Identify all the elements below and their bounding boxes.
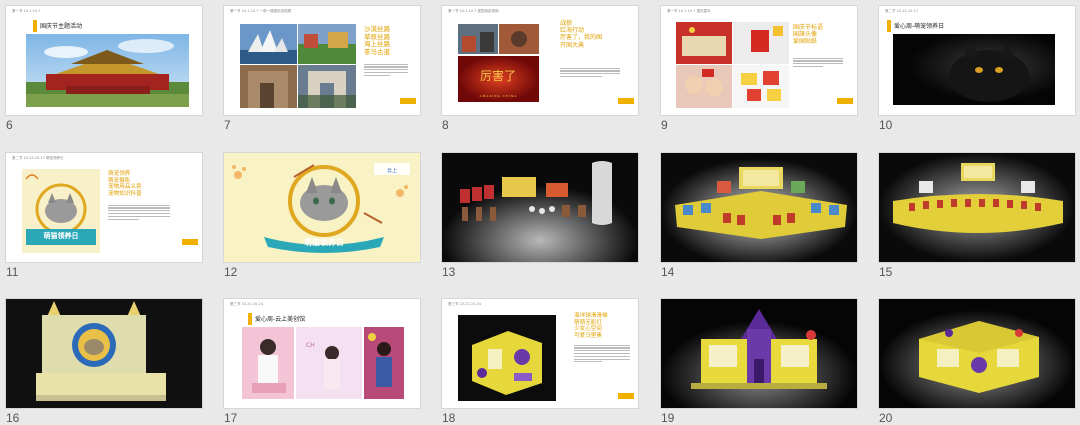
title-line: 可爱马里奥	[574, 332, 602, 339]
sticker-photo	[733, 22, 789, 64]
slide-number: 13	[442, 265, 456, 279]
slide-title-lines: 国庆节标语 国旗头像 爱国贴纸	[793, 24, 823, 46]
body-text-placeholder	[574, 343, 630, 364]
slide-title-lines: 战狼 红海行动 厉害了，我的国 开国大典	[560, 20, 602, 49]
black-cat-photo	[893, 34, 1055, 105]
title-line: 萌宠领养	[108, 171, 131, 177]
girl-photo-3	[364, 327, 404, 399]
slide-number: 19	[661, 411, 675, 425]
accent-bar	[400, 98, 416, 104]
slide-10-canvas: 第二节 10.15-10.17 爱心周-萌宠领养日	[879, 6, 1075, 115]
slide-20-canvas	[879, 299, 1075, 408]
title-line: 宠物用品义卖	[108, 184, 142, 191]
slide-7-canvas: 第一节 10.1-10.7 一带一路国际游观展 沙漠丝路 草原丝路 海上丝路 茶…	[224, 6, 420, 115]
title-line: 厉害了，我的国	[560, 34, 603, 42]
slide-number: 7	[224, 118, 231, 132]
slide-15-canvas	[879, 153, 1075, 262]
slide-header: 第二节 10.15-10.17	[885, 9, 918, 13]
slide-number: 9	[661, 118, 668, 132]
slide-title: 爱心周-萌宠领养日	[894, 23, 945, 30]
slide-header: 第一节 10.1-10.7	[12, 9, 41, 13]
slide-19-canvas	[661, 299, 857, 408]
svg-text:云上: 云上	[387, 167, 397, 174]
slide-number: 12	[224, 265, 238, 279]
slide-number: 11	[6, 265, 19, 279]
title-line: 爱国贴纸	[793, 38, 818, 46]
accent-bar	[618, 393, 634, 399]
slide-17-canvas: 第三节 10.22-10.24 爱心周-云上美创馆 CH	[224, 299, 420, 408]
slide-header: 第三节 10.22-10.24	[230, 302, 263, 306]
slide-header: 第一节 10.1-10.7 国庆嘉年	[667, 9, 711, 13]
tiananmen-photo	[26, 34, 189, 107]
slide-number: 17	[224, 411, 238, 425]
slide-header: 第一节 10.1-10.7 一带一路国际游观展	[230, 9, 292, 13]
slide-number: 6	[6, 118, 13, 132]
flag-photo	[676, 22, 732, 64]
slide-8-canvas: 第一节 10.1-10.7 爱国电影观映 厉害了 AMAZING CHINA 战…	[442, 6, 638, 115]
slide-11-canvas: 第二节 10.15-10.17 萌宠领养日 萌猫领养日 萌宠领养 萌宠摄影 宠物…	[6, 153, 202, 262]
title-line: 茶马古道	[364, 47, 390, 56]
slide-title-lines: 沙漠丝路 草原丝路 海上丝路 茶马古道	[364, 25, 390, 56]
girl-photo-2: CH	[296, 327, 362, 399]
accent-bar	[618, 98, 634, 104]
movie-still-1	[458, 24, 498, 54]
poster-caption: AMAZING CHINA	[479, 94, 518, 98]
cat-adoption-poster: 萌猫领养日	[22, 169, 100, 253]
body-text-placeholder	[793, 56, 843, 69]
slide-title-lines: 海洋球滑滑梯 萌萌无影灯 少女心空间 可爱马里奥	[574, 313, 608, 339]
slide-number: 14	[661, 265, 675, 279]
title-line: 开国大典	[560, 41, 585, 49]
movie-still-2	[499, 24, 539, 54]
slide-number: 8	[442, 118, 449, 132]
accent-bar	[837, 98, 853, 104]
slide-14-canvas	[661, 153, 857, 262]
slide-title: 爱心周-云上美创馆	[255, 316, 306, 323]
ruins-photo	[240, 65, 297, 108]
arch-photo	[298, 65, 356, 108]
slide-number: 16	[6, 411, 20, 425]
accent-bar	[182, 239, 198, 245]
girl-photo-1	[242, 327, 294, 399]
slide-number: 20	[879, 411, 893, 425]
slide-12-canvas: 云上 萌猫领养日	[224, 153, 420, 262]
opera-house-photo	[240, 24, 297, 64]
poster-amazing-china: 厉害了 AMAZING CHINA	[458, 56, 539, 102]
slide-header: 第二节 10.15-10.17 萌宠领养日	[12, 156, 64, 160]
slide-18-canvas: 第三节 10.22-10.24 海洋球滑滑梯 萌萌无影灯 少女心空间 可爱马里奥	[442, 299, 638, 408]
title-line: 少女心空间	[574, 326, 602, 333]
slide-header: 第一节 10.1-10.7 爱国电影观映	[448, 9, 499, 13]
accent-bar	[887, 20, 891, 32]
slide-9-canvas: 第一节 10.1-10.7 国庆嘉年 国庆节标语 国旗头像 爱国贴纸	[661, 6, 857, 115]
garden-photo	[298, 24, 356, 64]
slide-13-canvas	[442, 153, 638, 262]
svg-text:厉害了: 厉害了	[480, 68, 516, 83]
accent-bar	[33, 20, 37, 32]
slide-6-canvas: 第一节 10.1-10.7 国庆节主题活动	[6, 6, 202, 115]
slide-number: 10	[879, 118, 893, 132]
body-text-placeholder	[364, 62, 408, 78]
slide-header: 第三节 10.22-10.24	[448, 302, 481, 306]
poster-banner: 萌猫领养日	[304, 238, 344, 247]
slide-number: 18	[442, 411, 456, 425]
title-line: 宠物知识科普	[108, 190, 142, 197]
body-text-placeholder	[108, 203, 170, 221]
title-line: 海洋球滑滑梯	[574, 313, 608, 319]
accent-bar	[248, 313, 252, 325]
kids-flag-photo	[676, 65, 732, 108]
poster-banner: 萌猫领养日	[43, 232, 79, 240]
body-text-placeholder	[560, 66, 620, 79]
slide-number: 15	[879, 265, 893, 279]
playground-render	[458, 315, 556, 401]
emoji-sticker-photo	[733, 65, 789, 108]
svg-text:CH: CH	[306, 342, 315, 349]
slide-sorter-grid: 第一节 10.1-10.7 国庆节主题活动 6 第一节 10.1-10.7 一带…	[0, 0, 1080, 425]
slide-16-canvas	[6, 299, 202, 408]
slide-title-lines: 萌宠领养 萌宠摄影 宠物用品义卖 宠物知识科普	[108, 171, 142, 197]
slide-title: 国庆节主题活动	[40, 23, 83, 30]
